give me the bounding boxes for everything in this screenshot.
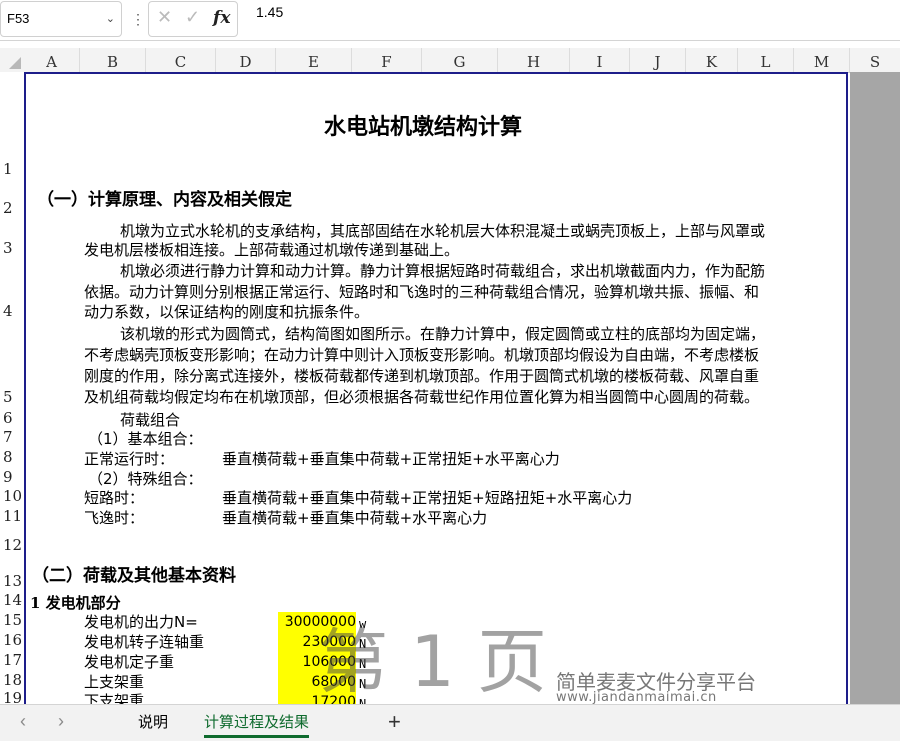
row-header[interactable]: 5 [0,388,24,406]
row-header[interactable]: 18 [0,671,24,689]
more-options-icon[interactable]: ⋮ [131,0,145,38]
text-line: 垂直横荷载+垂直集中荷载+正常扭矩+短路扭矩+水平离心力 [222,489,633,507]
formula-bar: F53 ⌄ ⋮ ✕ ✓ fx 1.45 [0,0,900,41]
row-header[interactable]: 16 [0,631,24,649]
row-header[interactable]: 17 [0,651,24,669]
row-header[interactable]: 7 [0,428,24,446]
item-label: 发电机定子重 [84,653,175,671]
text-line: 动力系数，以保证结构的刚度和抗振条件。 [84,303,370,321]
page-watermark: 第 1 页 [318,621,548,703]
col-header-k[interactable]: K [686,48,738,72]
formula-buttons: ✕ ✓ fx [148,1,238,37]
row-header[interactable]: 11 [0,507,24,525]
prev-sheet-icon[interactable]: ‹ [20,711,26,732]
text-line: 发电机层楼板相连接。上部荷载通过机墩传递到基础上。 [84,241,460,259]
row-header[interactable]: 10 [0,487,24,505]
row-header[interactable]: 3 [0,239,24,257]
row-header[interactable]: 13 [0,572,24,590]
section-heading: （一）计算原理、内容及相关假定 [37,190,292,210]
row-header[interactable]: 14 [0,591,24,609]
text-line: 正常运行时： [84,450,175,468]
tab-shuoming[interactable]: 说明 [138,711,168,732]
text-line: （2）特殊组合： [88,470,203,488]
out-of-print-area [850,72,900,704]
text-line: 机墩必须进行静力计算和动力计算。静力计算根据短路时荷载组合，求出机墩截面内力，作… [120,262,766,280]
text-line: 机墩为立式水轮机的支承结构，其底部固结在水轮机层大体积混凝土或蜗壳顶板上，上部与… [120,222,766,240]
row-header[interactable]: 15 [0,611,24,629]
item-label: 发电机转子连轴重 [84,633,205,651]
select-all-corner[interactable] [0,48,24,72]
text-line: 飞逸时： [84,509,145,527]
col-header-j[interactable]: J [630,48,686,72]
text-line: 刚度的作用，除分离式连接外，楼板荷载都传递到机墩顶部。作用于圆筒式机墩的楼板荷载… [84,367,760,385]
row-headers: 1 2 3 4 5 6 7 8 9 10 11 12 13 14 15 16 1… [0,72,24,707]
section-heading: （二）荷载及其他基本资料 [32,566,236,586]
col-header-b[interactable]: B [80,48,146,72]
next-sheet-icon[interactable]: › [58,711,64,732]
text-line: 垂直横荷载+垂直集中荷载+水平离心力 [222,509,488,527]
text-line: （1）基本组合： [88,430,203,448]
text-line: 不考虑蜗壳顶板变形影响；在动力计算中则计入顶板变形影响。机墩顶部均假设为自由端，… [84,346,760,364]
function-icon[interactable]: fx [213,8,230,28]
col-header-f[interactable]: F [352,48,422,72]
add-sheet-button[interactable]: + [388,709,401,735]
subsection-heading: 1 发电机部分 [30,594,121,612]
row-header[interactable]: 12 [0,536,24,554]
confirm-icon[interactable]: ✓ [185,7,200,28]
col-header-h[interactable]: H [498,48,570,72]
cancel-icon[interactable]: ✕ [157,7,172,28]
row-header[interactable]: 8 [0,448,24,466]
row-header[interactable]: 9 [0,468,24,486]
sheet-tabs-bar: ‹ › 说明 计算过程及结果 + [0,704,900,741]
col-header-m[interactable]: M [794,48,850,72]
chevron-down-icon[interactable]: ⌄ [106,2,115,36]
tab-calc-results[interactable]: 计算过程及结果 [204,711,310,738]
site-url-watermark: www.jiandanmaimai.cn [556,690,717,705]
col-header-e[interactable]: E [276,48,352,72]
item-label: 上支架重 [84,673,145,691]
name-box-value: F53 [7,11,30,26]
row-header[interactable]: 1 [0,160,24,178]
text-line: 垂直横荷载+垂直集中荷载+正常扭矩+水平离心力 [222,450,560,468]
col-header-g[interactable]: G [422,48,498,72]
name-box[interactable]: F53 ⌄ [0,1,122,37]
row-header[interactable]: 2 [0,199,24,217]
text-line: 荷载组合 [120,411,181,429]
text-line: 依据。动力计算则分别根据正常运行、短路时和飞逸时的三种荷载组合情况，验算机墩共振… [84,283,760,301]
doc-title: 水电站机墩结构计算 [324,114,523,140]
item-label: 发电机的出力N= [84,613,198,631]
formula-input[interactable]: 1.45 [256,4,283,20]
row-header[interactable]: 4 [0,302,24,320]
text-line: 及机组荷载均假定均布在机墩顶部，但必须根据各荷载世纪作用位置化算为相当圆筒中心圆… [84,388,760,406]
row-header[interactable]: 6 [0,409,24,427]
text-line: 短路时： [84,489,145,507]
col-header-d[interactable]: D [216,48,276,72]
col-header-l[interactable]: L [738,48,794,72]
column-headers: A B C D E F G H I J K L M S [0,48,900,73]
col-header-s[interactable]: S [850,48,900,72]
text-line: 该机墩的形式为圆筒式，结构简图如图所示。在静力计算中，假定圆筒或立柱的底部均为固… [120,325,766,343]
col-header-a[interactable]: A [24,48,80,72]
sheet-grid[interactable]: 水电站机墩结构计算 （一）计算原理、内容及相关假定 机墩为立式水轮机的支承结构，… [24,72,848,704]
item-label: 下支架重 [84,692,145,704]
col-header-i[interactable]: I [570,48,630,72]
col-header-c[interactable]: C [146,48,216,72]
